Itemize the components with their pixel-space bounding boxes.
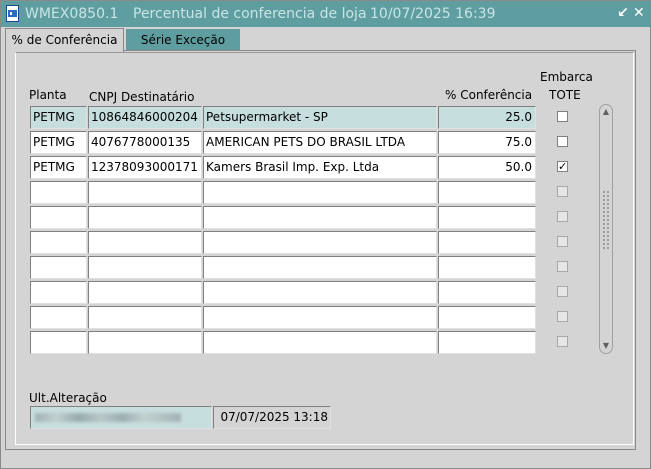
cell-conferencia[interactable] xyxy=(438,231,536,254)
cell-nome[interactable] xyxy=(203,306,437,329)
cell-nome[interactable] xyxy=(203,181,437,204)
cell-conferencia[interactable] xyxy=(438,256,536,279)
cell-conferencia[interactable] xyxy=(438,206,536,229)
cell-planta[interactable] xyxy=(30,256,87,279)
tote-checkbox[interactable] xyxy=(557,211,568,222)
cell-cnpj[interactable] xyxy=(88,306,202,329)
minimize-icon[interactable]: ↙ xyxy=(617,5,629,21)
close-icon[interactable]: ✕ xyxy=(633,5,645,21)
cell-conferencia[interactable]: 75.0 xyxy=(438,131,536,154)
header-cnpj: CNPJ Destinatário xyxy=(89,90,195,104)
tote-checkbox[interactable] xyxy=(557,186,568,197)
tote-checkbox[interactable] xyxy=(557,111,568,122)
cell-nome[interactable] xyxy=(203,231,437,254)
cell-cnpj[interactable] xyxy=(88,206,202,229)
cell-planta[interactable]: PETMG xyxy=(30,156,87,179)
cell-nome[interactable] xyxy=(203,206,437,229)
cell-cnpj[interactable] xyxy=(88,231,202,254)
cell-nome[interactable]: Kamers Brasil Imp. Exp. Ltda xyxy=(203,156,437,179)
app-icon xyxy=(6,5,19,22)
cell-nome[interactable]: Petsupermarket - SP xyxy=(203,106,437,129)
redacted-user xyxy=(35,413,181,422)
cell-planta[interactable] xyxy=(30,231,87,254)
cell-cnpj[interactable] xyxy=(88,331,202,354)
cell-nome[interactable] xyxy=(203,256,437,279)
ult-alteracao-timestamp-field: 07/07/2025 13:18 xyxy=(213,406,331,429)
tote-checkbox[interactable]: ✓ xyxy=(557,161,568,172)
cell-cnpj[interactable]: 12378093000171 xyxy=(88,156,202,179)
cell-planta[interactable] xyxy=(30,281,87,304)
cell-planta[interactable] xyxy=(30,306,87,329)
titlebar: WMEX0850.1 Percentual de conferencia de … xyxy=(1,1,650,27)
window-module: WMEX0850.1 xyxy=(25,6,119,22)
tote-checkbox[interactable] xyxy=(557,136,568,147)
cell-cnpj[interactable]: 4076778000135 xyxy=(88,131,202,154)
cell-cnpj[interactable] xyxy=(88,281,202,304)
scroll-up-icon[interactable]: ▲ xyxy=(601,106,611,118)
header-tote: TOTE xyxy=(549,88,581,102)
ult-alteracao-user-field[interactable] xyxy=(30,406,212,429)
scroll-thumb-grip[interactable] xyxy=(602,190,610,250)
vertical-scrollbar[interactable]: ▲ ▼ xyxy=(599,104,613,354)
application-window: WMEX0850.1 Percentual de conferencia de … xyxy=(0,0,651,469)
cell-conferencia[interactable] xyxy=(438,306,536,329)
cell-nome[interactable] xyxy=(203,281,437,304)
scroll-down-icon[interactable]: ▼ xyxy=(601,340,611,352)
tote-checkbox[interactable] xyxy=(557,261,568,272)
header-conferencia: % Conferência xyxy=(445,88,533,102)
cell-conferencia[interactable]: 50.0 xyxy=(438,156,536,179)
cell-conferencia[interactable] xyxy=(438,181,536,204)
cell-cnpj[interactable] xyxy=(88,181,202,204)
window-title: Percentual de conferencia de loja xyxy=(133,6,367,22)
cell-cnpj[interactable]: 10864846000204 xyxy=(88,106,202,129)
cell-planta[interactable] xyxy=(30,331,87,354)
tote-checkbox[interactable] xyxy=(557,236,568,247)
ult-alteracao-label: Ult.Alteração xyxy=(29,391,107,405)
tab-conferencia[interactable]: % de Conferência xyxy=(5,28,124,52)
tab-serie-excecao[interactable]: Série Exceção xyxy=(126,29,240,51)
cell-conferencia[interactable] xyxy=(438,281,536,304)
cell-nome[interactable] xyxy=(203,331,437,354)
cell-nome[interactable]: AMERICAN PETS DO BRASIL LTDA xyxy=(203,131,437,154)
cell-conferencia[interactable] xyxy=(438,331,536,354)
cell-planta[interactable] xyxy=(30,181,87,204)
header-planta: Planta xyxy=(29,88,67,102)
cell-cnpj[interactable] xyxy=(88,256,202,279)
tote-checkbox[interactable] xyxy=(557,336,568,347)
cell-planta[interactable]: PETMG xyxy=(30,131,87,154)
header-embarca: Embarca xyxy=(540,70,593,84)
tote-checkbox[interactable] xyxy=(557,311,568,322)
cell-conferencia[interactable]: 25.0 xyxy=(438,106,536,129)
cell-planta[interactable] xyxy=(30,206,87,229)
tote-checkbox[interactable] xyxy=(557,286,568,297)
window-datetime: 10/07/2025 16:39 xyxy=(370,6,496,22)
cell-planta[interactable]: PETMG xyxy=(30,106,87,129)
